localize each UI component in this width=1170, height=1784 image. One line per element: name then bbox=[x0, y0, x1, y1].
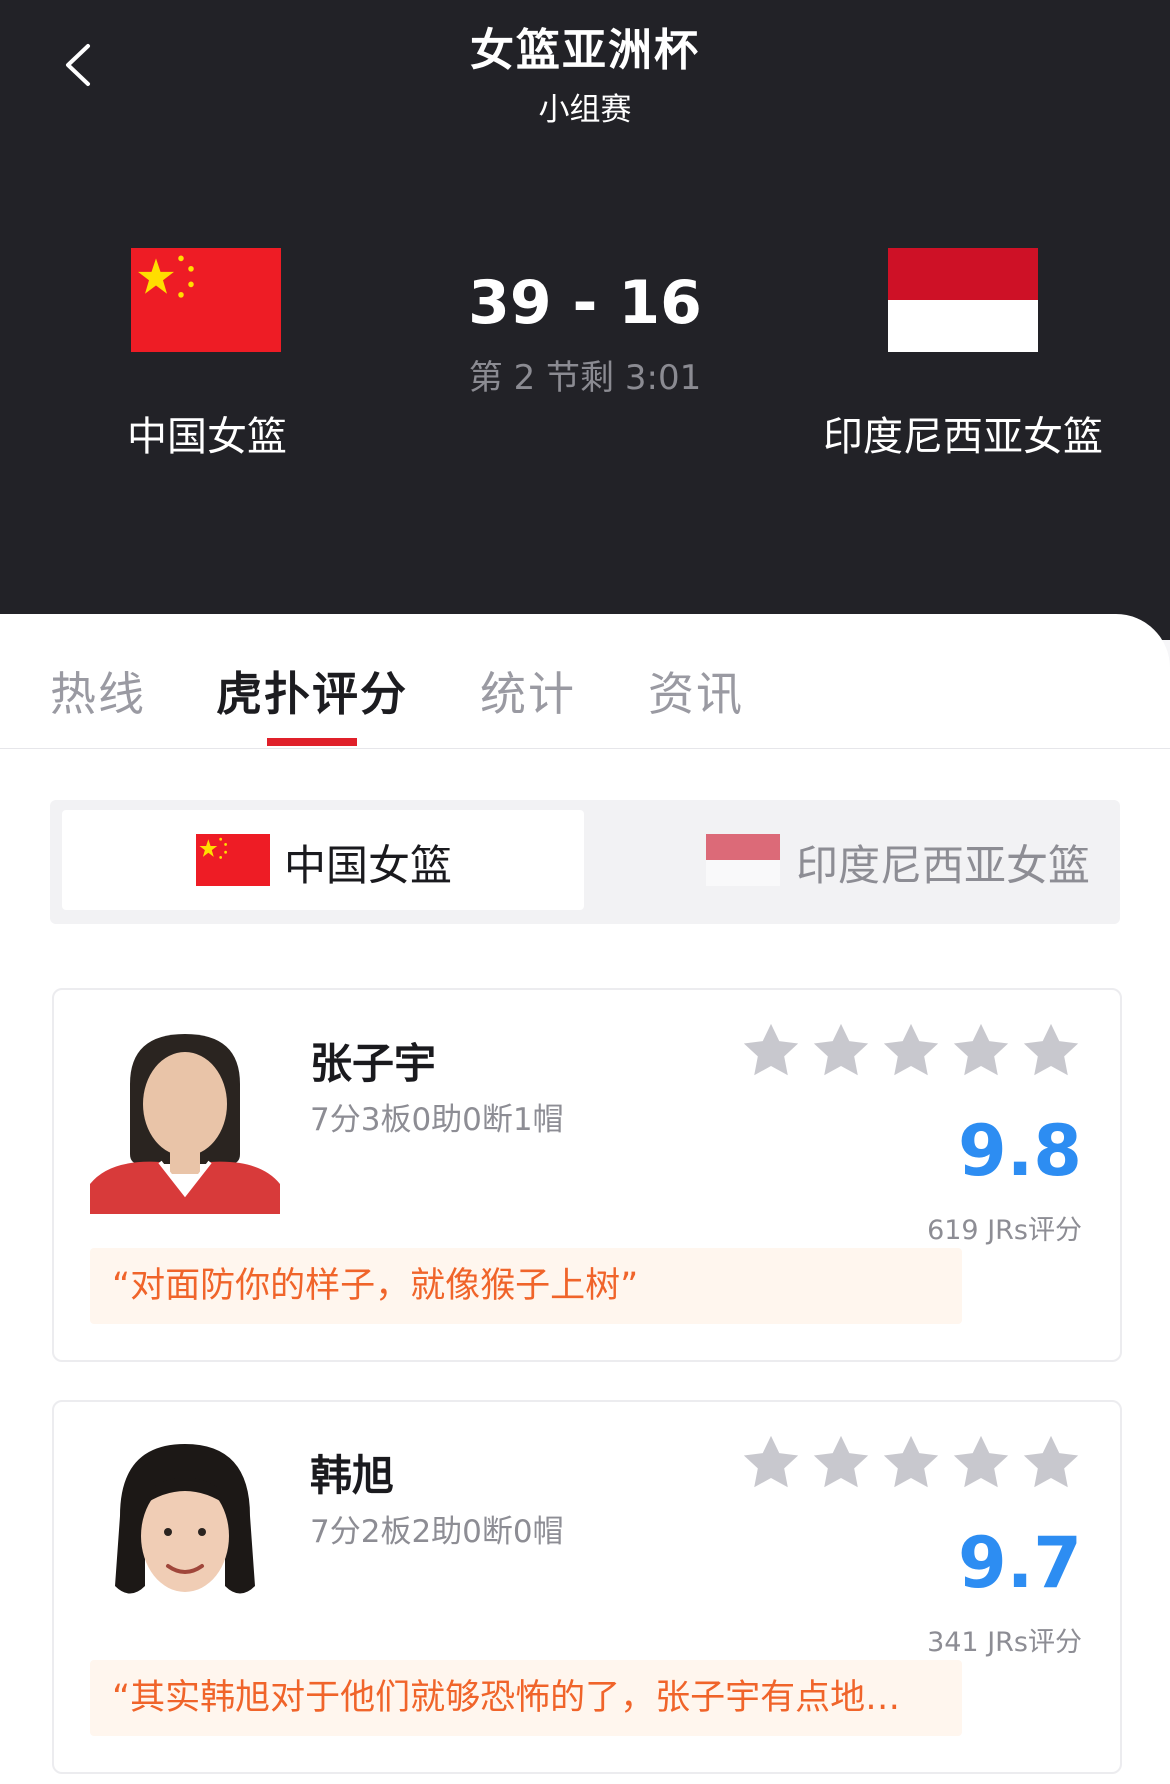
player-avatar bbox=[90, 1436, 280, 1626]
content-sheet: 热线 虎扑评分 统计 资讯 中国女篮 印度尼西亚女篮 张子宇 7分3板0助0断1… bbox=[0, 614, 1170, 1784]
player-rating-card[interactable]: 韩旭 7分2板2助0断0帽 9.7 341 JRs评分 “其实韩旭对于他们就够恐… bbox=[52, 1400, 1122, 1774]
top-comment-quote[interactable]: “对面防你的样子，就像猴子上树” bbox=[90, 1248, 962, 1324]
player-name: 张子宇 bbox=[310, 1039, 437, 1088]
star-icon[interactable] bbox=[950, 1432, 1012, 1494]
team-switch-home[interactable]: 中国女篮 bbox=[62, 810, 584, 910]
top-comment-quote[interactable]: “其实韩旭对于他们就够恐怖的了，张子宇有点地… bbox=[90, 1660, 962, 1736]
match-period-clock: 第 2 节剩 3:01 bbox=[468, 358, 702, 398]
page-subtitle: 小组赛 bbox=[538, 92, 632, 128]
page-title: 女篮亚洲杯 bbox=[470, 25, 700, 76]
player-rating-score: 9.7 bbox=[957, 1522, 1082, 1604]
team-switch-home-label: 中国女篮 bbox=[284, 841, 453, 890]
player-rating-card[interactable]: 张子宇 7分3板0助0断1帽 9.8 619 JRs评分 “对面防你的样子，就像… bbox=[52, 988, 1122, 1362]
rating-vote-count: 619 JRs评分 bbox=[927, 1215, 1082, 1246]
star-icon[interactable] bbox=[1020, 1432, 1082, 1494]
player-stat-line: 7分2板2助0断0帽 bbox=[310, 1514, 564, 1550]
star-rating[interactable] bbox=[740, 1432, 1082, 1494]
player-name: 韩旭 bbox=[310, 1451, 395, 1500]
rating-vote-count: 341 JRs评分 bbox=[927, 1627, 1082, 1658]
star-rating[interactable] bbox=[740, 1020, 1082, 1082]
star-icon[interactable] bbox=[740, 1432, 802, 1494]
active-tab-indicator bbox=[267, 738, 357, 746]
match-score: 39 - 16 bbox=[468, 268, 702, 338]
indonesia-flag-icon bbox=[706, 834, 780, 886]
team-switch-away[interactable]: 印度尼西亚女篮 bbox=[584, 810, 1110, 910]
player-avatar bbox=[90, 1024, 280, 1214]
star-icon[interactable] bbox=[740, 1020, 802, 1082]
tab-news[interactable]: 资讯 bbox=[648, 658, 744, 724]
star-icon[interactable] bbox=[810, 1432, 872, 1494]
star-icon[interactable] bbox=[1020, 1020, 1082, 1082]
player-stat-line: 7分3板0助0断1帽 bbox=[310, 1102, 564, 1138]
home-team-name[interactable]: 中国女篮 bbox=[100, 404, 314, 462]
team-switcher: 中国女篮 印度尼西亚女篮 bbox=[50, 800, 1120, 924]
tab-stats[interactable]: 统计 bbox=[480, 658, 576, 724]
tab-hupu-rating[interactable]: 虎扑评分 bbox=[216, 658, 408, 724]
player-rating-score: 9.8 bbox=[957, 1110, 1082, 1192]
star-icon[interactable] bbox=[810, 1020, 872, 1082]
tab-hotline[interactable]: 热线 bbox=[50, 658, 146, 724]
team-switch-away-label: 印度尼西亚女篮 bbox=[796, 841, 1091, 890]
china-flag-icon bbox=[196, 834, 270, 886]
star-icon[interactable] bbox=[880, 1020, 942, 1082]
star-icon[interactable] bbox=[950, 1020, 1012, 1082]
match-header: 女篮亚洲杯 小组赛 中国女篮 印度尼西亚女篮 39 - 16 第 2 节剩 3:… bbox=[0, 0, 1170, 640]
tab-bar: 热线 虎扑评分 统计 资讯 bbox=[0, 614, 1170, 749]
star-icon[interactable] bbox=[880, 1432, 942, 1494]
away-team-name[interactable]: 印度尼西亚女篮 bbox=[800, 404, 1126, 462]
